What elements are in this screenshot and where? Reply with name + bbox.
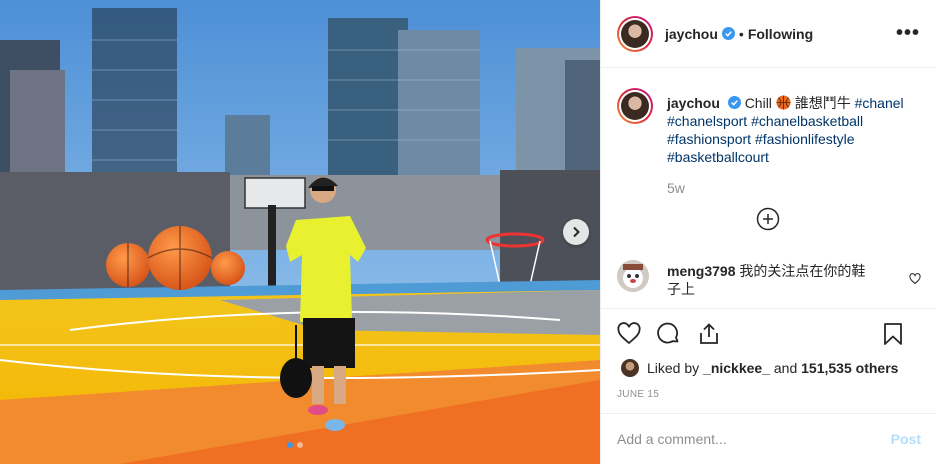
comment-avatar[interactable] [617,260,649,292]
bookmark-icon[interactable] [881,322,905,346]
caption-body-2: 誰想鬥牛 [794,95,851,111]
carousel-dot [287,442,293,448]
share-icon[interactable] [697,322,721,346]
post-dialog: jaychou • Following ••• jaychou Chill 誰想… [0,0,936,464]
next-photo-button[interactable] [563,219,589,245]
comment-item: meng3798 我的关注点在你的鞋子上 [617,260,921,298]
comment-username[interactable]: meng3798 [667,263,735,279]
hashtag-link[interactable]: #basketballcourt [667,149,769,165]
likes-and: and [773,360,798,376]
post-header: jaychou • Following ••• [601,0,936,68]
likes-summary: Liked by _nickkee_ and 151,535 others [601,359,936,377]
hashtag-link[interactable]: #fashionlifestyle [755,131,855,147]
more-options-icon[interactable]: ••• [896,22,920,45]
like-icon[interactable] [617,322,641,346]
following-button[interactable]: Following [748,26,813,42]
hashtag-link[interactable]: #chanelsport [667,113,747,129]
hashtag-link[interactable]: #chanel [855,95,904,111]
separator-dot: • [738,25,744,42]
carousel-dot [297,442,303,448]
photo-illustration [0,0,600,464]
post-sidebar: jaychou • Following ••• jaychou Chill 誰想… [600,0,936,464]
basketball-emoji-icon [776,95,791,110]
chevron-right-icon [573,226,580,238]
comment-icon[interactable] [657,322,681,346]
post-actions: Liked by _nickkee_ and 151,535 others JU… [601,308,936,400]
hashtag-link[interactable]: #fashionsport [667,131,751,147]
post-time-ago[interactable]: 5w [667,180,921,196]
like-comment-icon[interactable] [909,273,921,285]
likes-prefix: Liked by [647,360,700,376]
comment-input[interactable] [617,431,891,447]
post-photo[interactable] [0,0,600,464]
caption: jaychou Chill 誰想鬥牛 #chanel #chanelsport … [617,88,921,196]
carousel-dots [287,442,303,448]
post-comment-button[interactable]: Post [891,431,921,447]
verified-badge-icon [721,27,735,40]
hashtag-link[interactable]: #chanelbasketball [751,113,863,129]
caption-text: jaychou Chill 誰想鬥牛 #chanel #chanelsport … [667,88,921,166]
username-link[interactable]: jaychou [665,26,718,42]
post-date[interactable]: JUNE 15 [601,389,936,400]
caption-username[interactable]: jaychou [667,95,720,111]
verified-badge-icon [727,96,741,109]
liker-avatar[interactable] [621,359,639,377]
load-more-comments-icon[interactable] [756,207,780,231]
add-comment-bar: Post [601,413,936,464]
comment-text: meng3798 我的关注点在你的鞋子上 [667,260,877,298]
caption-avatar[interactable] [617,88,653,124]
liker-username[interactable]: _nickkee_ [703,360,770,376]
caption-body: Chill [744,95,772,111]
likes-count[interactable]: 151,535 others [801,360,898,376]
avatar[interactable] [617,15,653,52]
